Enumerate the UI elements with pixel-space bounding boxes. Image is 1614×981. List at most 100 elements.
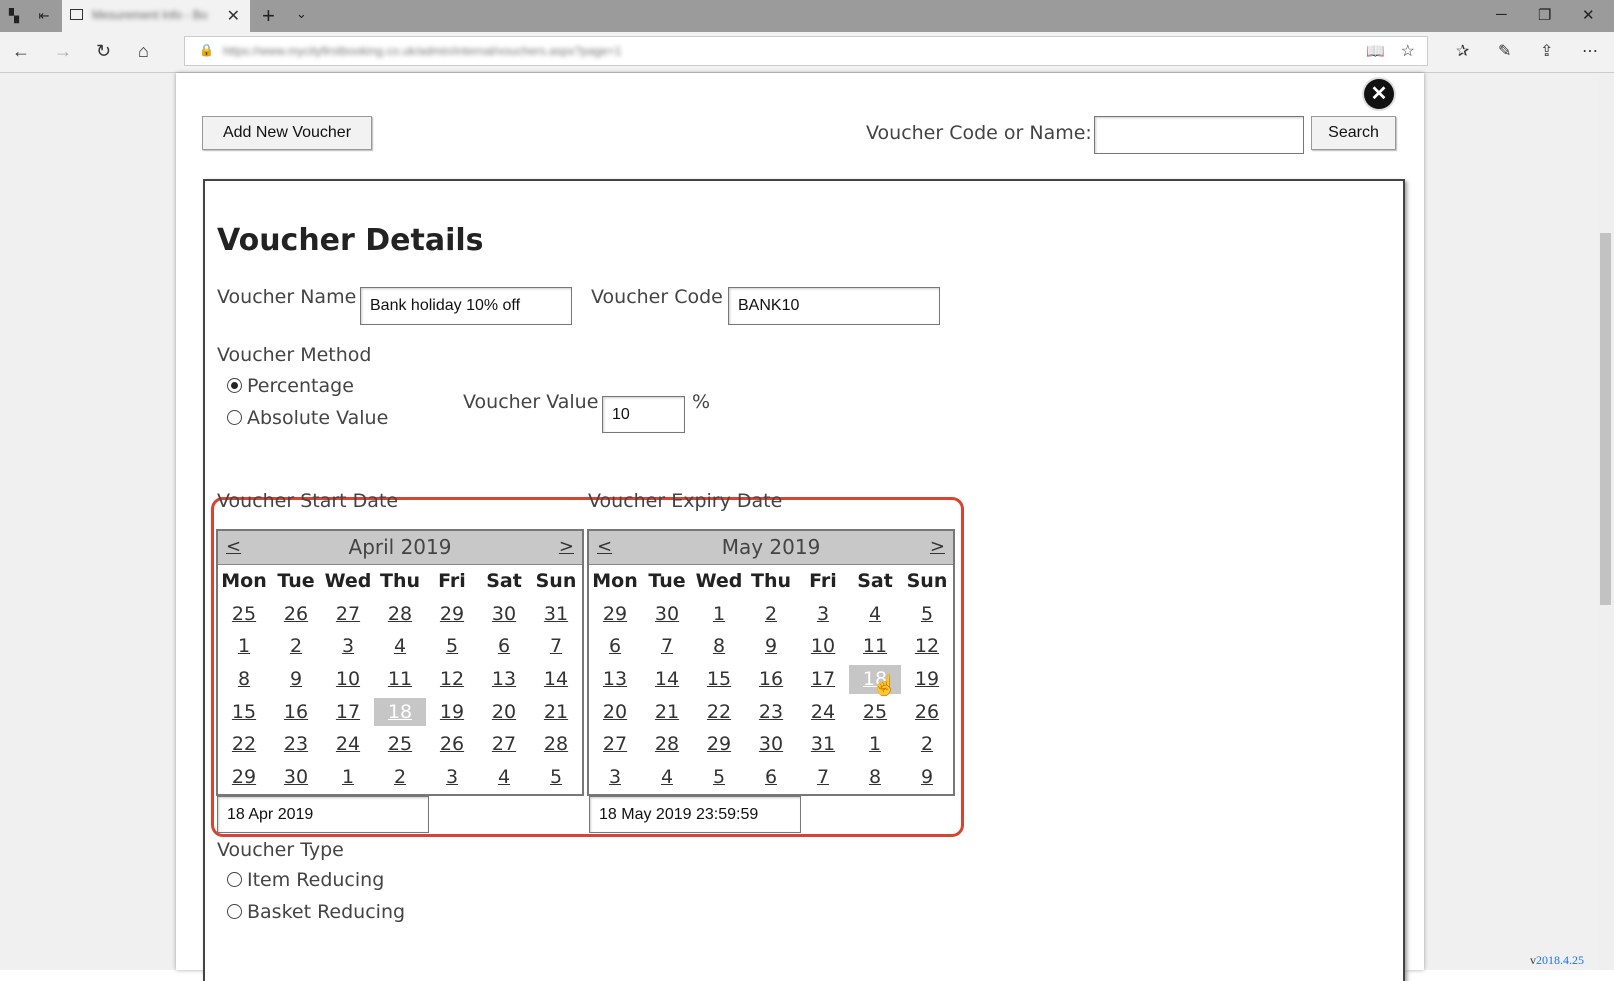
calendar-day[interactable]: 4 bbox=[641, 761, 693, 794]
voucher-value-field[interactable] bbox=[602, 396, 685, 433]
calendar-day[interactable]: 5 bbox=[901, 598, 953, 631]
calendar-day[interactable]: 30 bbox=[745, 728, 797, 761]
address-bar[interactable]: 🔒 https://www.mycityfirstbooking.co.uk/a… bbox=[184, 36, 1428, 66]
refresh-icon[interactable]: ↻ bbox=[96, 41, 111, 62]
calendar-day[interactable]: 2 bbox=[745, 598, 797, 631]
calendar-day[interactable]: 3 bbox=[426, 761, 478, 794]
calendar-day[interactable]: 30 bbox=[641, 598, 693, 631]
calendar-day[interactable]: 31 bbox=[530, 598, 582, 631]
scrollbar[interactable] bbox=[1597, 73, 1614, 970]
calendar-day[interactable]: 20 bbox=[589, 696, 641, 729]
calendar-day[interactable]: 8 bbox=[693, 630, 745, 663]
calendar-day[interactable]: 29 bbox=[426, 598, 478, 631]
calendar-day[interactable]: 24 bbox=[322, 728, 374, 761]
calendar-day[interactable]: 4 bbox=[478, 761, 530, 794]
calendar-day[interactable]: 16 bbox=[745, 663, 797, 696]
basket-reducing-radio[interactable] bbox=[227, 904, 242, 919]
next-month-link[interactable]: > bbox=[930, 536, 945, 557]
calendar-day[interactable]: 21 bbox=[530, 696, 582, 729]
calendar-day[interactable]: 2 bbox=[901, 728, 953, 761]
calendar-day[interactable]: 3 bbox=[589, 761, 641, 794]
calendar-day[interactable]: 4 bbox=[374, 630, 426, 663]
calendar-day[interactable]: 6 bbox=[745, 761, 797, 794]
calendar-day[interactable]: 5 bbox=[530, 761, 582, 794]
calendar-day[interactable]: 28 bbox=[530, 728, 582, 761]
close-tab-icon[interactable]: ✕ bbox=[227, 6, 240, 26]
calendar-day[interactable]: 28 bbox=[374, 598, 426, 631]
start-date-field[interactable] bbox=[217, 796, 429, 833]
favorites-icon[interactable]: ✰ bbox=[1456, 41, 1469, 61]
calendar-day[interactable]: 26 bbox=[426, 728, 478, 761]
set-aside-tabs-icon[interactable]: ⇤ bbox=[36, 8, 52, 24]
calendar-day[interactable]: 12 bbox=[901, 630, 953, 663]
selected-day-cell[interactable]: 18 bbox=[374, 697, 426, 727]
forward-icon[interactable]: → bbox=[54, 41, 72, 62]
share-icon[interactable]: ⇪ bbox=[1540, 41, 1553, 61]
calendar-day[interactable]: 27 bbox=[322, 598, 374, 631]
calendar-day[interactable]: 7 bbox=[530, 630, 582, 663]
calendar-day[interactable]: 5 bbox=[426, 630, 478, 663]
calendar-day[interactable]: 1 bbox=[322, 761, 374, 794]
calendar-day[interactable]: 7 bbox=[641, 630, 693, 663]
chevron-down-icon[interactable]: ⌄ bbox=[296, 6, 307, 22]
calendar-day[interactable]: 5 bbox=[693, 761, 745, 794]
browser-tab[interactable]: Mesurement Info - Bo ✕ bbox=[62, 0, 250, 32]
tab-actions-icon[interactable]: ▚ bbox=[6, 8, 22, 24]
pen-icon[interactable]: ✎ bbox=[1498, 41, 1511, 61]
calendar-day[interactable]: 29 bbox=[589, 598, 641, 631]
new-tab-icon[interactable]: + bbox=[262, 3, 275, 29]
calendar-day[interactable]: 30 bbox=[478, 598, 530, 631]
calendar-day[interactable]: 10 bbox=[322, 663, 374, 696]
calendar-day[interactable]: 3 bbox=[322, 630, 374, 663]
calendar-day[interactable]: 11 bbox=[374, 663, 426, 696]
calendar-day[interactable]: 13 bbox=[589, 663, 641, 696]
calendar-day[interactable]: 11 bbox=[849, 630, 901, 663]
calendar-day[interactable]: 19 bbox=[901, 663, 953, 696]
calendar-day[interactable]: 25 bbox=[374, 728, 426, 761]
item-reducing-radio[interactable] bbox=[227, 872, 242, 887]
calendar-day[interactable]: 6 bbox=[478, 630, 530, 663]
voucher-name-field[interactable] bbox=[360, 287, 572, 325]
calendar-day[interactable]: 31 bbox=[797, 728, 849, 761]
search-input[interactable] bbox=[1094, 116, 1304, 154]
calendar-day[interactable]: 2 bbox=[270, 630, 322, 663]
home-icon[interactable]: ⌂ bbox=[138, 41, 149, 62]
calendar-day[interactable]: 16 bbox=[270, 696, 322, 729]
search-button[interactable]: Search bbox=[1311, 116, 1396, 150]
calendar-day[interactable]: 7 bbox=[797, 761, 849, 794]
scrollbar-thumb[interactable] bbox=[1600, 233, 1611, 605]
calendar-day[interactable]: 24 bbox=[797, 696, 849, 729]
close-window-icon[interactable]: ✕ bbox=[1582, 6, 1595, 24]
calendar-day[interactable]: 27 bbox=[589, 728, 641, 761]
calendar-day[interactable]: 8 bbox=[849, 761, 901, 794]
calendar-day[interactable]: 9 bbox=[901, 761, 953, 794]
calendar-day[interactable]: 25 bbox=[218, 598, 270, 631]
calendar-day[interactable]: 10 bbox=[797, 630, 849, 663]
calendar-day[interactable]: 8 bbox=[218, 663, 270, 696]
calendar-day[interactable]: 29 bbox=[218, 761, 270, 794]
reading-view-icon[interactable]: 📖 bbox=[1366, 42, 1385, 60]
calendar-day[interactable]: 17 bbox=[797, 663, 849, 696]
calendar-day[interactable]: 1 bbox=[218, 630, 270, 663]
calendar-day[interactable]: 13 bbox=[478, 663, 530, 696]
voucher-code-field[interactable] bbox=[728, 287, 940, 325]
next-month-link[interactable]: > bbox=[559, 536, 574, 557]
restore-icon[interactable]: ❐ bbox=[1538, 6, 1551, 24]
calendar-day[interactable]: 3 bbox=[797, 598, 849, 631]
calendar-day[interactable]: 20 bbox=[478, 696, 530, 729]
calendar-day[interactable]: 19 bbox=[426, 696, 478, 729]
favorite-star-icon[interactable]: ☆ bbox=[1401, 41, 1415, 61]
calendar-day[interactable]: 9 bbox=[745, 630, 797, 663]
calendar-day[interactable]: 23 bbox=[745, 696, 797, 729]
calendar-day[interactable]: 25 bbox=[849, 696, 901, 729]
calendar-day[interactable]: 30 bbox=[270, 761, 322, 794]
calendar-day[interactable]: 12 bbox=[426, 663, 478, 696]
percentage-radio[interactable] bbox=[227, 378, 242, 393]
calendar-day[interactable]: 1 bbox=[849, 728, 901, 761]
calendar-day[interactable]: 29 bbox=[693, 728, 745, 761]
calendar-day[interactable]: 14 bbox=[641, 663, 693, 696]
expiry-date-field[interactable] bbox=[589, 796, 801, 833]
calendar-day[interactable]: 17 bbox=[322, 696, 374, 729]
calendar-day[interactable]: 21 bbox=[641, 696, 693, 729]
absolute-value-radio[interactable] bbox=[227, 410, 242, 425]
